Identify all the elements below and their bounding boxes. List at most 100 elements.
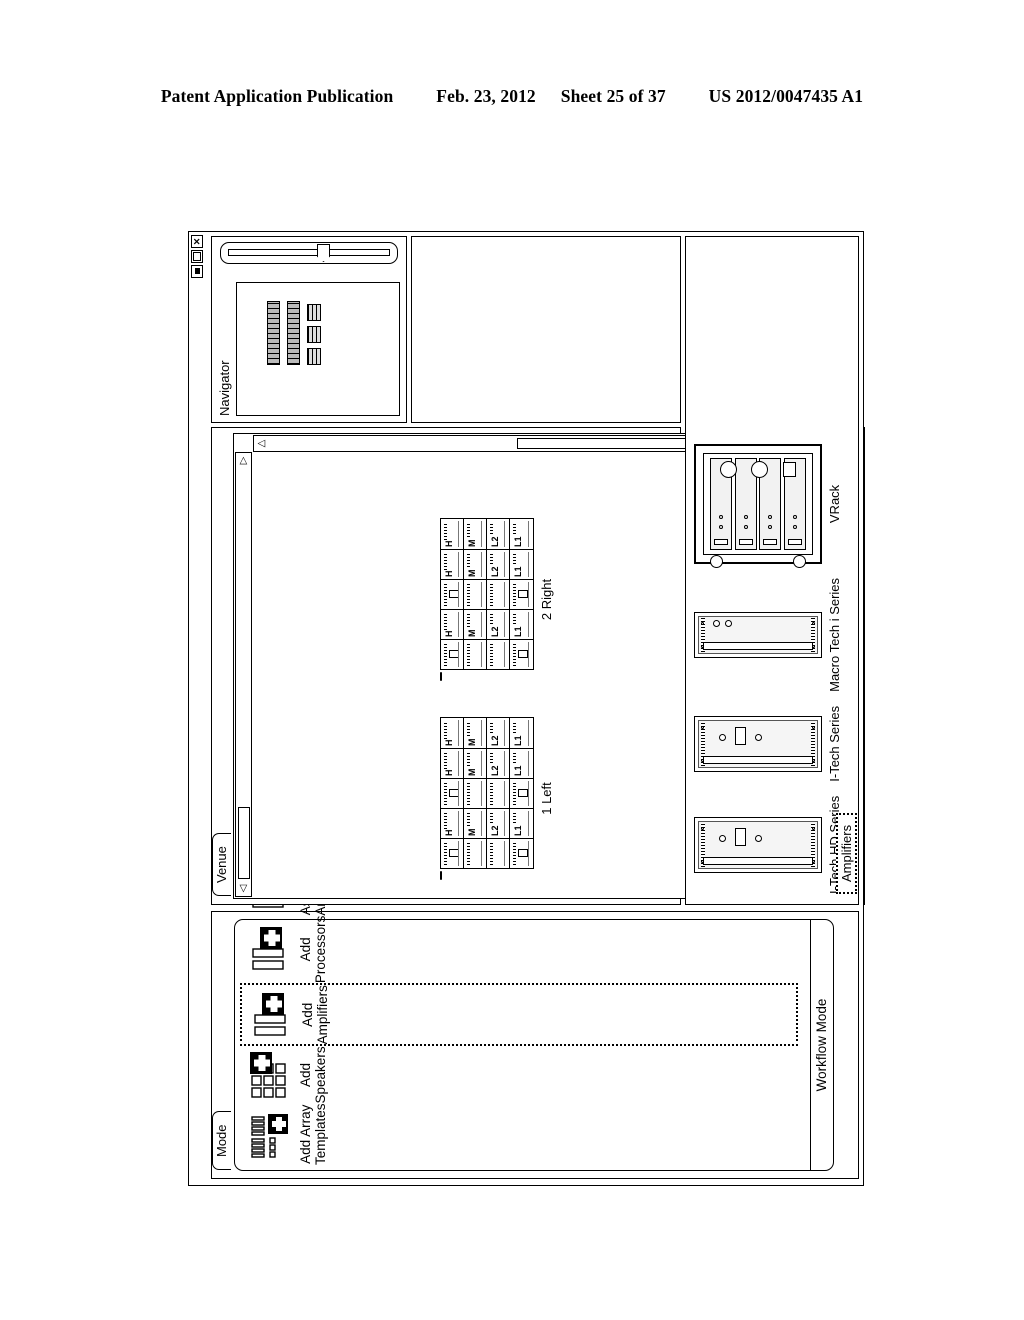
speaker-cabinet[interactable]: L1 xyxy=(510,609,533,639)
ribbon-button-add-amplifiers[interactable]: Add Amplifiers xyxy=(240,983,798,1047)
tab-mode[interactable]: Mode xyxy=(212,1111,231,1170)
speaker-cabinet[interactable] xyxy=(441,579,463,609)
speaker-cabinet[interactable]: L1 xyxy=(510,549,533,579)
add-processors-icon xyxy=(246,922,294,976)
publication-date: Feb. 23, 2012 xyxy=(436,86,536,106)
speaker-cabinet[interactable] xyxy=(510,838,533,868)
restore-button[interactable] xyxy=(191,250,203,263)
tab-venue[interactable]: Venue xyxy=(212,833,231,896)
amplifier-graphic xyxy=(694,816,822,873)
speaker-cabinet[interactable]: L2 xyxy=(487,549,509,579)
scroll-left-icon[interactable]: ◁ xyxy=(236,881,251,896)
cabinet-tag: M xyxy=(467,629,477,637)
array-cabinets: H H H M M M L2 L2 L2 L1 L1 L1 xyxy=(440,717,534,869)
library-item-macro-tech-i-series[interactable]: Macro Tech i Series xyxy=(694,578,842,692)
navigator-array-thumb xyxy=(287,301,300,365)
hscroll-thumb[interactable] xyxy=(237,807,250,879)
speaker-array-left[interactable]: H H H M M M L2 L2 L2 L1 L1 L1 1 Left xyxy=(440,717,554,880)
venue-area: Venue ◁ ▷ △ H H H M M M L2 L2 L2 L1 L1 L… xyxy=(211,427,853,905)
amplifier-graphic xyxy=(694,715,822,772)
speaker-cabinet[interactable] xyxy=(441,838,463,868)
speaker-cabinet[interactable]: L2 xyxy=(487,808,509,838)
array-rigging-bar xyxy=(440,672,442,681)
library-item-i-tech-hd-series[interactable]: I-Tech HD Series xyxy=(694,796,842,894)
library-item-i-tech-series[interactable]: I-Tech Series xyxy=(694,706,842,782)
cabinet-row: L1 L1 L1 xyxy=(510,718,533,868)
cabinet-row: H H H xyxy=(441,519,464,669)
speaker-cabinet[interactable]: H xyxy=(441,718,463,748)
canvas-horizontal-scrollbar[interactable]: ◁ ▷ xyxy=(235,452,252,897)
speaker-cabinet[interactable] xyxy=(464,838,486,868)
speaker-cabinet[interactable] xyxy=(464,778,486,808)
navigator-thumbnail-view[interactable] xyxy=(236,282,400,416)
speaker-cabinet[interactable]: L2 xyxy=(487,718,509,748)
speaker-cabinet[interactable]: H xyxy=(441,519,463,549)
cabinet-row: M M M xyxy=(464,519,487,669)
speaker-cabinet[interactable]: M xyxy=(464,718,486,748)
amplifier-library-panel xyxy=(863,427,865,905)
navigator-rack-thumbs xyxy=(307,301,321,365)
ribbon-button-add-array-templates[interactable]: Add Array Templates xyxy=(240,1103,798,1165)
cabinet-tag: L1 xyxy=(513,626,523,637)
speaker-cabinet[interactable] xyxy=(487,838,509,868)
speaker-cabinet[interactable]: M xyxy=(464,808,486,838)
speaker-cabinet[interactable]: L2 xyxy=(487,609,509,639)
speaker-cabinet[interactable]: L1 xyxy=(510,519,533,549)
cabinet-tag: M xyxy=(467,738,477,746)
tab-amplifiers[interactable]: Amplifiers xyxy=(836,812,857,894)
speaker-cabinet[interactable] xyxy=(487,579,509,609)
speaker-cabinet[interactable]: M xyxy=(464,549,486,579)
minimize-button[interactable] xyxy=(191,265,203,278)
speaker-cabinet[interactable]: L1 xyxy=(510,748,533,778)
scroll-up-icon[interactable]: △ xyxy=(254,436,269,451)
navigator-array-thumb xyxy=(267,301,280,365)
cabinet-tag: L2 xyxy=(490,566,500,577)
ribbon-label: Add Amplifiers xyxy=(300,985,330,1045)
speaker-cabinet[interactable]: H xyxy=(441,808,463,838)
speaker-cabinet[interactable] xyxy=(510,579,533,609)
speaker-cabinet[interactable] xyxy=(510,639,533,669)
speaker-array-right[interactable]: H H H M M M L2 L2 L2 L1 L1 L1 2 Right xyxy=(440,518,554,681)
speaker-cabinet[interactable]: H xyxy=(441,748,463,778)
speaker-cabinet[interactable]: M xyxy=(464,609,486,639)
speaker-cabinet[interactable]: L1 xyxy=(510,808,533,838)
right-lower-panel xyxy=(411,236,681,423)
speaker-cabinet[interactable]: H xyxy=(441,609,463,639)
zoom-slider-handle[interactable] xyxy=(317,244,330,262)
ribbon-area: Mode Add Array Templates Add Speakers Ad… xyxy=(211,591,859,1179)
cabinet-tag: L2 xyxy=(490,765,500,776)
navigator-rack-thumb xyxy=(307,348,321,365)
cabinet-row: L1 L1 L1 xyxy=(510,519,533,669)
cabinet-tag: L1 xyxy=(513,735,523,746)
library-item-vrack[interactable]: VRack xyxy=(694,443,842,568)
speaker-cabinet[interactable]: L2 xyxy=(487,748,509,778)
speaker-cabinet[interactable] xyxy=(464,639,486,669)
cabinet-tag: H xyxy=(444,570,454,577)
close-button[interactable]: ✕ xyxy=(191,235,203,248)
right-column: Navigator xyxy=(211,236,681,423)
scroll-right-icon[interactable]: ▷ xyxy=(236,453,251,468)
array-label: 2 Right xyxy=(539,578,554,621)
speaker-cabinet[interactable] xyxy=(441,778,463,808)
speaker-cabinet[interactable] xyxy=(487,778,509,808)
window-controls: ✕ xyxy=(191,235,203,278)
speaker-cabinet[interactable] xyxy=(441,639,463,669)
cabinet-tag: M xyxy=(467,828,477,836)
zoom-slider[interactable] xyxy=(220,242,398,264)
ribbon-button-add-processors[interactable]: Add Processors xyxy=(240,916,798,983)
cabinet-tag: M xyxy=(467,539,477,547)
cabinet-tag: L1 xyxy=(513,536,523,547)
ribbon-button-add-speakers[interactable]: Add Speakers xyxy=(240,1046,798,1103)
speaker-cabinet[interactable]: M xyxy=(464,519,486,549)
speaker-cabinet[interactable]: L2 xyxy=(487,519,509,549)
speaker-cabinet[interactable] xyxy=(487,639,509,669)
speaker-cabinet[interactable]: M xyxy=(464,748,486,778)
speaker-cabinet[interactable] xyxy=(464,579,486,609)
cabinet-tag: H xyxy=(444,630,454,637)
speaker-cabinet[interactable]: L1 xyxy=(510,718,533,748)
cabinet-tag: L1 xyxy=(513,765,523,776)
zoom-slider-track[interactable] xyxy=(228,249,390,256)
navigator-rack-thumb xyxy=(307,304,321,321)
speaker-cabinet[interactable] xyxy=(510,778,533,808)
speaker-cabinet[interactable]: H xyxy=(441,549,463,579)
